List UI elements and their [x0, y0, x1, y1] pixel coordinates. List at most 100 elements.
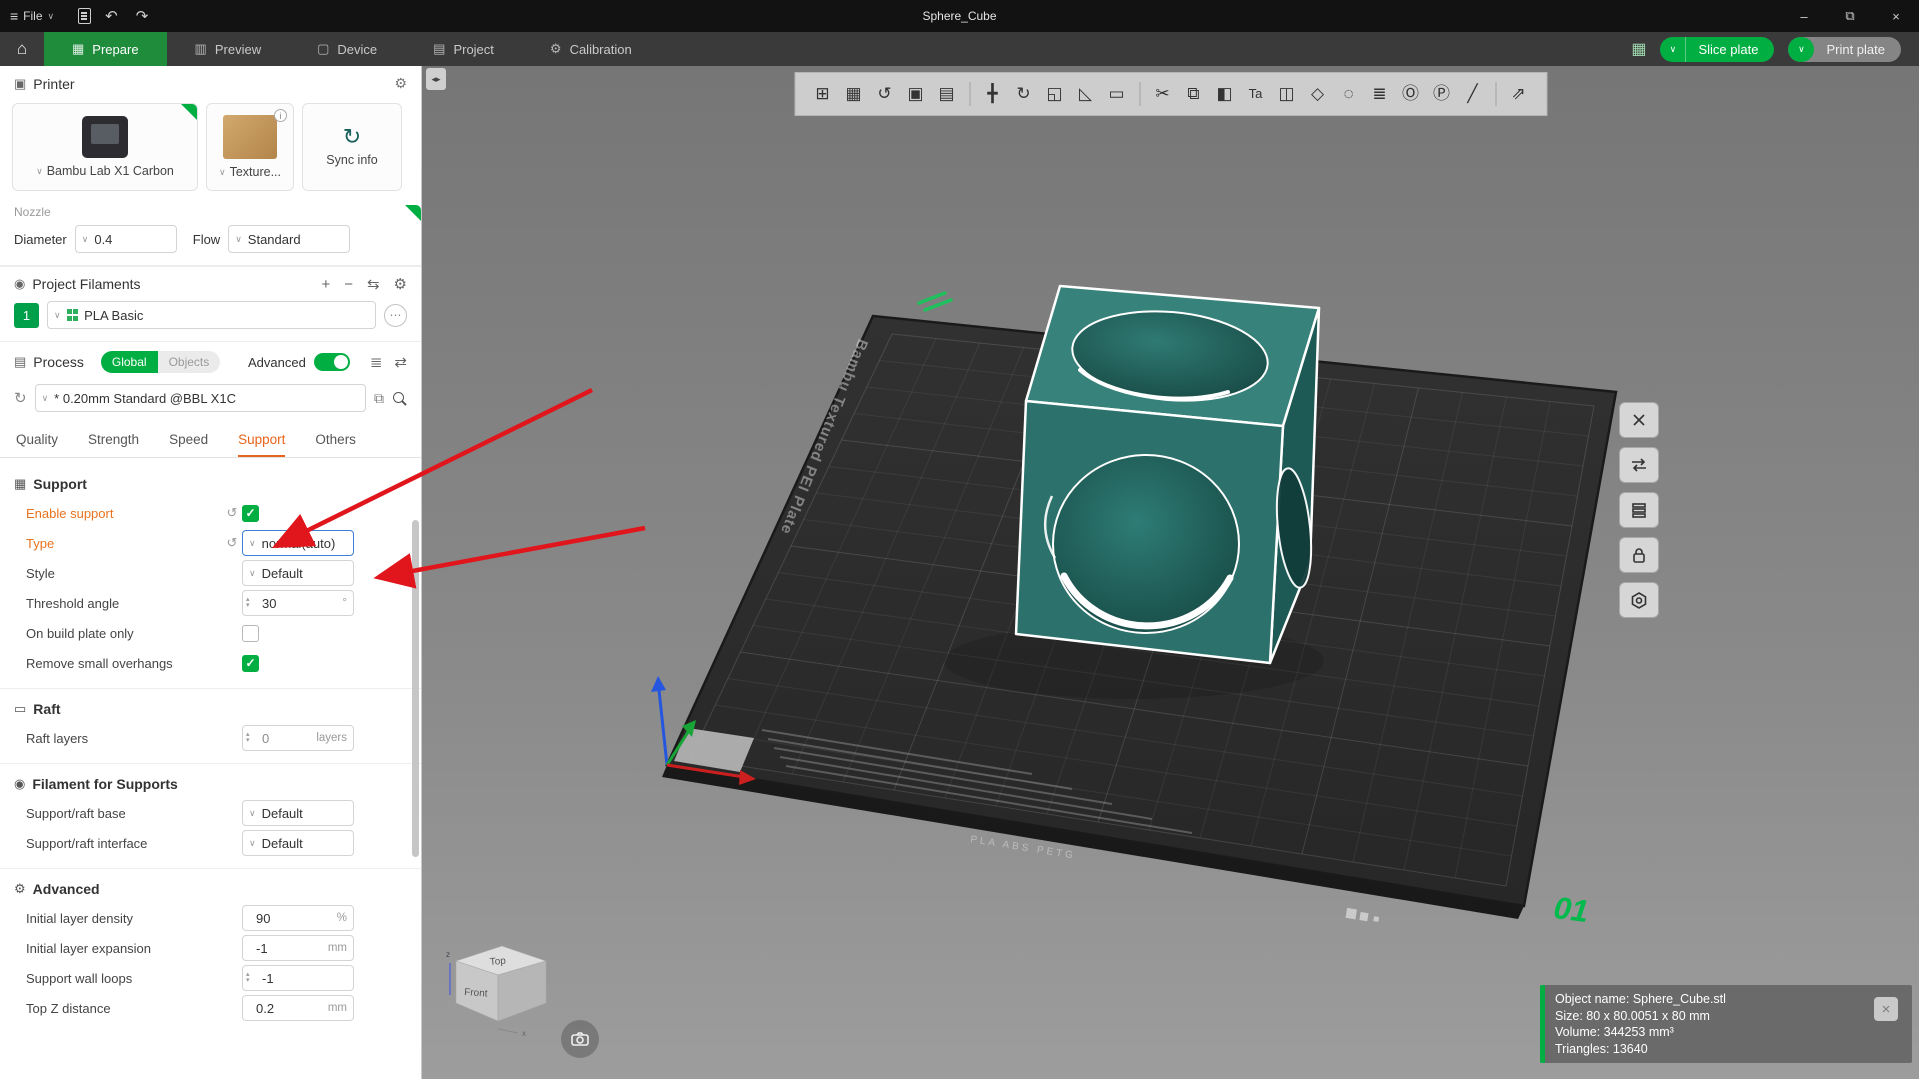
threshold-angle-spinner[interactable]: 30 ° [242, 590, 354, 616]
tab-preview[interactable]: ▥ Preview [167, 32, 290, 66]
emboss-icon[interactable]: ◫ [1271, 72, 1302, 116]
new-project-icon[interactable] [78, 8, 92, 24]
move-icon[interactable]: ╋ [977, 72, 1008, 116]
reset-icon[interactable]: ↺ [222, 505, 242, 521]
spinner-arrows[interactable] [246, 597, 258, 609]
wiki-corner-marker[interactable] [405, 205, 421, 221]
tab-calibration[interactable]: ⚙ Calibration [522, 32, 660, 66]
undo-icon[interactable]: ↶ [101, 7, 122, 25]
tab-speed[interactable]: Speed [169, 422, 208, 457]
refresh-preset-icon[interactable]: ↻ [14, 389, 27, 407]
slice-plate-button[interactable]: ∨ Slice plate [1660, 36, 1775, 62]
chevron-down-icon[interactable]: ∨ [1660, 36, 1687, 62]
rotate-icon[interactable]: ↻ [1008, 72, 1039, 116]
close-button[interactable]: × [1873, 0, 1919, 32]
camera-view-button[interactable] [561, 1020, 599, 1058]
filament-settings-gear-icon[interactable]: ⚙ [394, 277, 407, 292]
delete-plate-button[interactable] [1619, 402, 1659, 438]
tab-quality[interactable]: Quality [16, 422, 58, 457]
timelapse-icon[interactable]: Ⓞ [1395, 72, 1426, 116]
build-plate-card[interactable]: i ∨ Texture... [206, 103, 294, 191]
process-preset-select[interactable]: ∨ * 0.20mm Standard @BBL X1C [34, 384, 366, 412]
raft-layers-spinner[interactable]: 0 layers [242, 725, 354, 751]
tab-prepare[interactable]: ▦ Prepare [44, 32, 167, 66]
orientation-gizmo[interactable]: Top Front z x [442, 933, 558, 1037]
spinner-arrows[interactable] [246, 972, 258, 984]
plate-settings-icon[interactable]: Ⓟ [1426, 72, 1457, 116]
shuffle-plate-button[interactable] [1619, 447, 1659, 483]
plate-settings-button[interactable] [1619, 582, 1659, 618]
support-wall-loops-spinner[interactable]: -1 [242, 965, 354, 991]
tab-project[interactable]: ▤ Project [405, 32, 522, 66]
tab-others[interactable]: Others [315, 422, 356, 457]
view-all-settings-icon[interactable]: ≣ [370, 353, 383, 371]
plate-list-button[interactable] [1619, 492, 1659, 528]
initial-layer-density-input[interactable]: 90 % [242, 905, 354, 931]
scope-objects[interactable]: Objects [157, 351, 221, 373]
mesh-boolean-icon[interactable]: ◇ [1302, 72, 1333, 116]
print-plate-button[interactable]: ∨ Print plate [1788, 36, 1901, 62]
plate-badge-icon[interactable]: ▦ [1631, 39, 1646, 59]
file-menu-button[interactable]: ≡ File ∨ [10, 8, 54, 24]
add-filament-button[interactable]: + [321, 277, 330, 292]
remove-small-overhangs-checkbox[interactable] [242, 654, 259, 672]
color-paint-icon[interactable]: ◧ [1209, 72, 1240, 116]
scale-icon[interactable]: ◱ [1039, 72, 1070, 116]
printer-settings-gear-icon[interactable]: ⚙ [394, 75, 407, 92]
initial-layer-expansion-input[interactable]: -1 mm [242, 935, 354, 961]
support-raft-interface-select[interactable]: ∨ Default [242, 830, 354, 856]
align-icon[interactable]: ▭ [1101, 72, 1132, 116]
text-icon[interactable]: Ta [1240, 72, 1271, 116]
tab-device[interactable]: ▢ Device [289, 32, 405, 66]
arrange-icon[interactable]: ▣ [900, 72, 931, 116]
top-z-distance-input[interactable]: 0.2 mm [242, 995, 354, 1021]
sidebar-collapse-button[interactable]: ◂▸ [426, 68, 446, 90]
viewport-3d[interactable]: Bambu Textured PEI Plate PLA ABS PETG 01 [422, 66, 1919, 1079]
redo-icon[interactable]: ↷ [132, 7, 153, 25]
auto-orient-icon[interactable]: ↺ [869, 72, 900, 116]
panel-scrollbar[interactable] [412, 520, 419, 857]
printer-card[interactable]: ∨ Bambu Lab X1 Carbon [12, 103, 198, 191]
save-preset-icon[interactable]: ⧉ [374, 390, 384, 407]
seam-paint-icon[interactable]: ◌ [1333, 72, 1364, 116]
process-scope-switch[interactable]: Global Objects [100, 351, 221, 373]
add-plate-icon[interactable]: ▦ [838, 72, 869, 116]
lock-plate-button[interactable] [1619, 537, 1659, 573]
home-button[interactable]: ⌂ [0, 32, 44, 66]
search-icon[interactable] [392, 391, 407, 406]
maximize-button[interactable]: ⧉ [1827, 0, 1873, 32]
filament-edit-button[interactable]: ⋯ [384, 303, 407, 327]
compare-presets-icon[interactable]: ⇄ [394, 353, 407, 371]
sync-info-button[interactable]: ↻ Sync info [302, 103, 402, 191]
filament-slot-badge[interactable]: 1 [14, 302, 39, 328]
cut-icon[interactable]: ✂ [1147, 72, 1178, 116]
tab-support[interactable]: Support [238, 422, 286, 457]
advanced-toggle[interactable] [313, 353, 350, 371]
clone-icon[interactable]: ⧉ [1178, 72, 1209, 116]
lay-on-face-icon[interactable]: ◺ [1070, 72, 1101, 116]
minimize-button[interactable]: – [1781, 0, 1827, 32]
measure-icon[interactable]: ╱ [1457, 72, 1488, 116]
chevron-down-icon[interactable]: ∨ [1788, 36, 1815, 62]
scene-3d[interactable]: Bambu Textured PEI Plate PLA ABS PETG 01 [422, 66, 1919, 1079]
variable-layer-height-icon[interactable]: ≣ [1364, 72, 1395, 116]
info-icon[interactable]: i [274, 109, 287, 122]
reset-icon[interactable]: ↺ [222, 535, 242, 551]
support-raft-base-select[interactable]: ∨ Default [242, 800, 354, 826]
filament-select[interactable]: ∨ PLA Basic [47, 301, 376, 329]
tab-strength[interactable]: Strength [88, 422, 139, 457]
assembly-view-icon[interactable]: ⇗ [1503, 72, 1534, 116]
support-style-select[interactable]: ∨ Default [242, 560, 354, 586]
diameter-select[interactable]: ∨ 0.4 [74, 225, 177, 253]
enable-support-checkbox[interactable] [242, 504, 259, 522]
sync-filament-icon[interactable]: ⇆ [367, 277, 380, 292]
scope-global[interactable]: Global [100, 351, 158, 373]
wiki-corner-marker[interactable] [181, 104, 197, 120]
on-build-plate-only-checkbox[interactable] [242, 624, 259, 642]
flow-select[interactable]: ∨ Standard [228, 225, 351, 253]
add-icon[interactable]: ⊞ [807, 72, 838, 116]
spinner-arrows[interactable] [246, 732, 258, 744]
support-type-select[interactable]: ∨ normal(auto) [242, 530, 354, 556]
remove-filament-button[interactable]: − [344, 277, 353, 292]
split-icon[interactable]: ▤ [931, 72, 962, 116]
